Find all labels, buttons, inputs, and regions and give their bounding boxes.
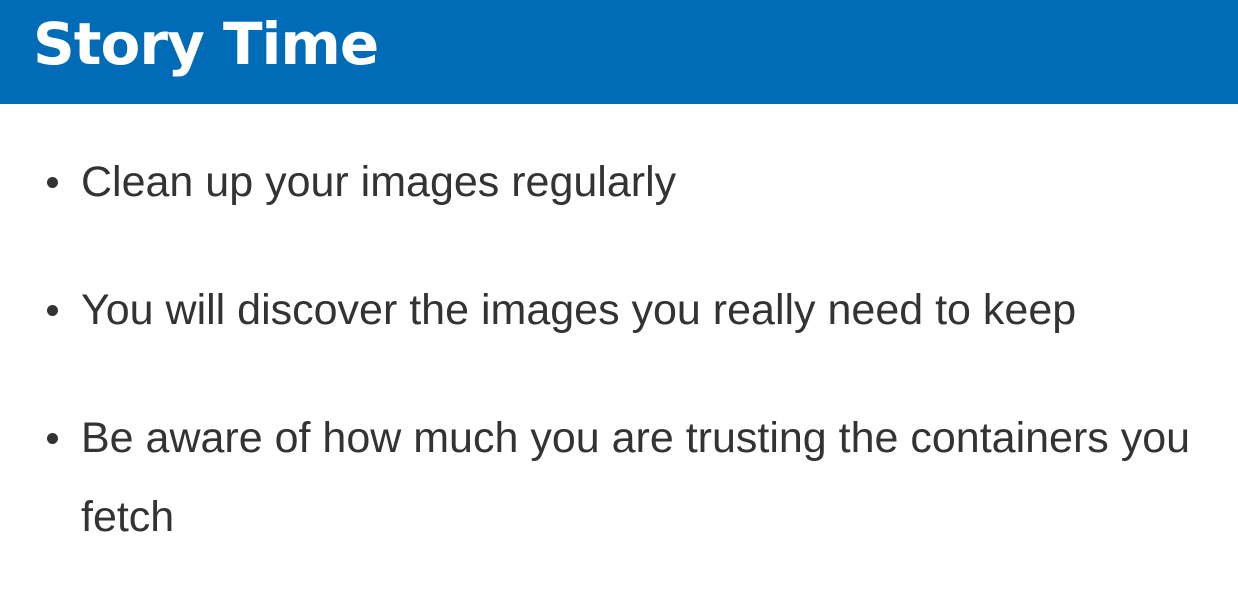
bullet-text: You will discover the images you really … — [81, 286, 1077, 334]
bullet-text: Clean up your images regularly — [81, 158, 677, 206]
bullet-text: Be aware of how much you are trusting th… — [81, 414, 1191, 541]
bullet-dot-icon — [47, 305, 58, 316]
slide: Story Time Clean up your images regularl… — [0, 0, 1238, 602]
slide-title: Story Time — [33, 10, 379, 78]
title-bar: Story Time — [0, 0, 1238, 104]
bullet-dot-icon — [47, 433, 58, 444]
bullet-dot-icon — [47, 177, 58, 188]
